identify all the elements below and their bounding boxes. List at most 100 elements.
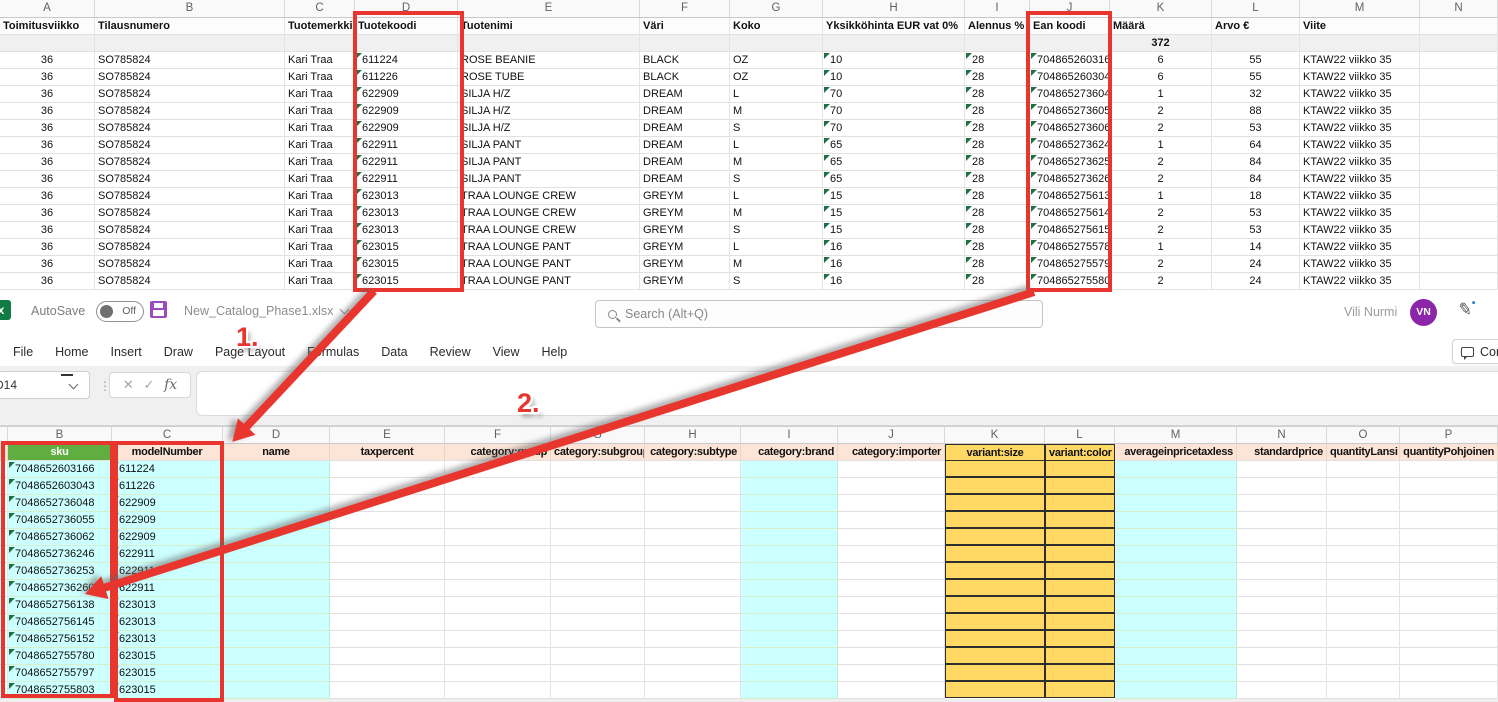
header-cell-H[interactable]: category:subtype <box>645 444 741 461</box>
column-letter-N[interactable]: N <box>1420 0 1498 17</box>
cell-E[interactable] <box>330 563 445 580</box>
cell-N[interactable] <box>1237 461 1327 478</box>
cell-J[interactable] <box>838 546 945 563</box>
cell-F[interactable]: GREYM <box>640 256 730 273</box>
cell-I[interactable]: 28 <box>965 273 1030 290</box>
cell-K[interactable] <box>945 681 1045 698</box>
cell-H[interactable] <box>645 529 741 546</box>
cell-N[interactable] <box>1420 273 1498 290</box>
cell-A[interactable]: 36 <box>0 69 95 86</box>
cell-M[interactable] <box>1115 461 1237 478</box>
cell-C[interactable]: Kari Traa <box>285 52 355 69</box>
cell-I[interactable]: 28 <box>965 239 1030 256</box>
cell-L[interactable]: 53 <box>1212 120 1300 137</box>
cell-E[interactable] <box>330 631 445 648</box>
summary-cell-F[interactable] <box>640 35 730 52</box>
column-letter-M[interactable]: M <box>1115 427 1237 443</box>
cell-L[interactable]: 84 <box>1212 171 1300 188</box>
cell-D[interactable] <box>223 665 330 682</box>
cell-L[interactable]: 53 <box>1212 222 1300 239</box>
cell-H[interactable] <box>645 614 741 631</box>
cell-K[interactable] <box>945 647 1045 664</box>
cell-M[interactable]: KTAW22 viikko 35 <box>1300 120 1420 137</box>
cell-N[interactable] <box>1420 171 1498 188</box>
cell-J[interactable] <box>838 563 945 580</box>
cell-I[interactable]: 28 <box>965 69 1030 86</box>
cell-G[interactable] <box>551 597 645 614</box>
cell-F[interactable]: BLACK <box>640 69 730 86</box>
cell-K[interactable]: 1 <box>1110 86 1212 103</box>
cell-B[interactable]: SO785824 <box>95 154 285 171</box>
cell-K[interactable] <box>945 477 1045 494</box>
cell-K[interactable]: 6 <box>1110 69 1212 86</box>
cell-E[interactable]: TRAA LOUNGE CREW <box>458 222 640 239</box>
cell-I[interactable]: 28 <box>965 103 1030 120</box>
avatar[interactable]: VN <box>1410 299 1437 326</box>
cell-K[interactable] <box>945 630 1045 647</box>
cell-P[interactable] <box>1400 648 1498 665</box>
column-letter-F[interactable]: F <box>445 427 551 443</box>
summary-cell-K[interactable]: 372 <box>1110 35 1212 52</box>
cell-F[interactable]: DREAM <box>640 86 730 103</box>
cell-M[interactable] <box>1115 648 1237 665</box>
column-letter-J[interactable]: J <box>838 427 945 443</box>
cell-H[interactable]: 10 <box>823 69 965 86</box>
cell-I[interactable] <box>741 563 838 580</box>
cell-E[interactable] <box>330 529 445 546</box>
cell-I[interactable] <box>741 682 838 699</box>
name-box[interactable]: D14 <box>0 371 90 399</box>
cell-M[interactable]: KTAW22 viikko 35 <box>1300 273 1420 290</box>
cell-N[interactable] <box>1237 648 1327 665</box>
cell-P[interactable] <box>1400 512 1498 529</box>
cell-K[interactable]: 2 <box>1110 222 1212 239</box>
cell-G[interactable] <box>551 563 645 580</box>
cell-K[interactable]: 2 <box>1110 171 1212 188</box>
cell-A[interactable]: 36 <box>0 222 95 239</box>
cell-G[interactable]: L <box>730 137 823 154</box>
cell-L[interactable] <box>1045 630 1115 647</box>
cell-K[interactable] <box>945 494 1045 511</box>
cell-G[interactable] <box>551 512 645 529</box>
cell-C[interactable]: Kari Traa <box>285 137 355 154</box>
column-letter-E[interactable]: E <box>458 0 640 17</box>
cell-M[interactable]: KTAW22 viikko 35 <box>1300 52 1420 69</box>
cell-A[interactable]: 36 <box>0 171 95 188</box>
cell-J[interactable] <box>838 495 945 512</box>
column-letter-O[interactable]: O <box>1327 427 1400 443</box>
cell-F[interactable] <box>445 648 551 665</box>
summary-cell-N[interactable] <box>1420 35 1498 52</box>
cell-N[interactable] <box>1420 69 1498 86</box>
cell-B[interactable]: SO785824 <box>95 69 285 86</box>
menu-tab-view[interactable]: View <box>482 338 531 366</box>
cell-N[interactable] <box>1237 580 1327 597</box>
cell-N[interactable] <box>1420 222 1498 239</box>
cell-E[interactable]: SILJA H/Z <box>458 86 640 103</box>
cell-H[interactable]: 16 <box>823 239 965 256</box>
cell-E[interactable]: SILJA H/Z <box>458 120 640 137</box>
cell-F[interactable]: GREYM <box>640 188 730 205</box>
summary-cell-G[interactable] <box>730 35 823 52</box>
header-cell-O[interactable]: quantityLansi <box>1327 444 1400 461</box>
cell-B[interactable]: SO785824 <box>95 103 285 120</box>
cell-L[interactable] <box>1045 647 1115 664</box>
cell-H[interactable] <box>645 648 741 665</box>
cell-F[interactable] <box>445 495 551 512</box>
cell-F[interactable]: DREAM <box>640 154 730 171</box>
cancel-icon[interactable]: ✕ <box>123 377 134 393</box>
cell-E[interactable] <box>330 682 445 699</box>
cell-E[interactable] <box>330 580 445 597</box>
comments-button[interactable]: Comments <box>1452 339 1498 364</box>
column-letter-E[interactable]: E <box>330 427 445 443</box>
cell-N[interactable] <box>1420 120 1498 137</box>
cell-L[interactable]: 64 <box>1212 137 1300 154</box>
column-letter-I[interactable]: I <box>965 0 1030 17</box>
cell-K[interactable]: 1 <box>1110 137 1212 154</box>
cell-M[interactable]: KTAW22 viikko 35 <box>1300 205 1420 222</box>
cell-F[interactable]: GREYM <box>640 273 730 290</box>
cell-O[interactable] <box>1327 597 1400 614</box>
header-cell-J[interactable]: category:importer <box>838 444 945 461</box>
cell-P[interactable] <box>1400 546 1498 563</box>
header-cell-B[interactable]: Tilausnumero <box>95 18 285 35</box>
cell-G[interactable]: L <box>730 86 823 103</box>
cell-N[interactable] <box>1237 512 1327 529</box>
